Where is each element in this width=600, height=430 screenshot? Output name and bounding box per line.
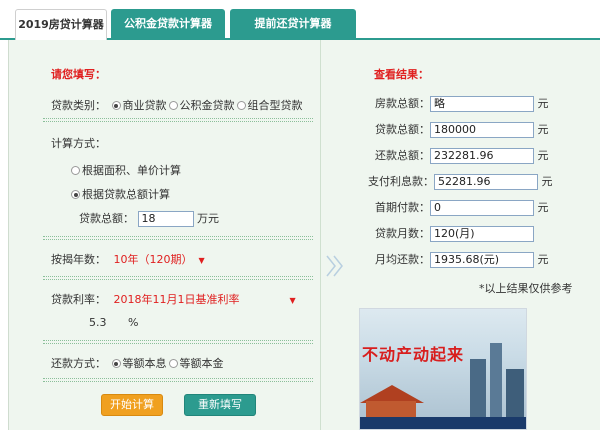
result-label: 房款总额： bbox=[375, 97, 430, 110]
result-row: 贷款总额： 180000 元 bbox=[349, 121, 599, 138]
result-label: 支付利息款： bbox=[368, 175, 434, 188]
calc-radio-area[interactable] bbox=[71, 166, 80, 175]
advertisement-banner[interactable]: 不动产动起来 bbox=[359, 308, 527, 430]
result-unit: 元 bbox=[541, 175, 553, 188]
divider bbox=[43, 381, 313, 382]
results-heading: 查看结果： bbox=[374, 68, 429, 81]
divider bbox=[43, 279, 313, 280]
caret-down-icon[interactable]: ▼ bbox=[199, 256, 205, 265]
result-row: 贷款月数： 120(月) bbox=[349, 225, 599, 242]
result-value: 120(月) bbox=[430, 226, 534, 242]
tab-house-loan-calculator[interactable]: 2019房贷计算器 bbox=[15, 9, 107, 42]
loan-type-option-label: 组合型贷款 bbox=[247, 99, 303, 112]
divider bbox=[43, 239, 313, 240]
loan-rate-row: 贷款利率： 2018年11月1日基准利率 ▼ bbox=[51, 291, 296, 307]
loan-rate-number-input[interactable]: 5.3 bbox=[89, 316, 107, 329]
input-form: 请您填写： 贷款类别： 商业贷款 公积金贷款 组合型贷款 计算方式： 根据面积、单价… bbox=[9, 40, 321, 430]
result-unit: 元 bbox=[537, 253, 549, 266]
loan-years-row: 按揭年数： 10年（120期） ▼ bbox=[51, 251, 205, 267]
tab-prepayment-calculator[interactable]: 提前还贷计算器 bbox=[230, 9, 356, 40]
divider bbox=[43, 276, 313, 277]
divider bbox=[43, 378, 313, 379]
results-panel: 查看结果： 房款总额：略 元 贷款总额： 180000 元 还款总额： 232281… bbox=[349, 40, 600, 430]
divider bbox=[43, 343, 313, 344]
tab-provident-fund-calculator[interactable]: 公积金贷款计算器 bbox=[111, 9, 225, 40]
loan-type-label: 贷款类别： bbox=[51, 99, 106, 112]
result-row: 房款总额：略 元 bbox=[349, 95, 599, 112]
result-unit: 元 bbox=[537, 123, 549, 136]
loan-rate-label: 贷款利率： bbox=[51, 293, 106, 306]
divider bbox=[43, 121, 313, 122]
ad-title: 不动产动起来 bbox=[362, 345, 465, 364]
calc-option-total-row: 根据贷款总额计算 bbox=[69, 186, 170, 202]
start-calculation-button[interactable]: 开始计算 bbox=[101, 394, 163, 416]
result-row: 支付利息款： 52281.96 元 bbox=[349, 173, 599, 190]
result-label: 还款总额： bbox=[375, 149, 430, 162]
repay-radio-equal-installment[interactable] bbox=[111, 359, 121, 368]
loan-type-row: 贷款类别： 商业贷款 公积金贷款 组合型贷款 bbox=[51, 97, 303, 113]
loan-total-unit: 万元 bbox=[197, 212, 219, 225]
calc-radio-total[interactable] bbox=[71, 190, 80, 199]
loan-rate-select[interactable]: 2018年11月1日基准利率 bbox=[114, 293, 240, 306]
result-unit: 元 bbox=[537, 201, 549, 214]
result-label: 贷款总额： bbox=[375, 123, 430, 136]
repay-option-label: 等额本金 bbox=[179, 357, 224, 370]
result-row: 首期付款： 0 元 bbox=[349, 199, 599, 216]
repay-method-row: 还款方式： 等额本息 等额本金 bbox=[51, 355, 224, 371]
loan-total-row: 贷款总额： 18 万元 bbox=[79, 210, 219, 227]
calc-method-label: 计算方式： bbox=[51, 137, 106, 150]
repay-option-label: 等额本息 bbox=[122, 357, 167, 370]
double-chevron-right-icon bbox=[325, 254, 345, 283]
result-unit: 元 bbox=[537, 149, 549, 162]
loan-type-option-label: 公积金贷款 bbox=[179, 99, 235, 112]
repay-radio-equal-principal[interactable] bbox=[168, 359, 178, 368]
reset-form-button[interactable]: 重新填写 bbox=[184, 394, 256, 416]
loan-type-radio-provident[interactable] bbox=[168, 101, 178, 110]
calc-option-area-row: 根据面积、单价计算 bbox=[69, 162, 181, 178]
divider bbox=[43, 236, 313, 237]
calc-option-label: 根据面积、单价计算 bbox=[82, 164, 181, 177]
repay-method-label: 还款方式： bbox=[51, 357, 106, 370]
result-label: 首期付款： bbox=[375, 201, 430, 214]
calculator-panel: 请您填写： 贷款类别： 商业贷款 公积金贷款 组合型贷款 计算方式： 根据面积、单价… bbox=[8, 40, 600, 430]
tab-bar: 2019房贷计算器 公积金贷款计算器 提前还贷计算器 bbox=[0, 0, 600, 42]
result-row: 还款总额： 232281.96 元 bbox=[349, 147, 599, 164]
ad-footer-strip bbox=[360, 417, 526, 429]
loan-type-option-label: 商业贷款 bbox=[122, 99, 167, 112]
loan-type-radio-commercial[interactable] bbox=[111, 101, 121, 110]
loan-total-label: 贷款总额： bbox=[79, 212, 134, 225]
divider bbox=[43, 118, 313, 119]
result-value: 52281.96 bbox=[434, 174, 538, 190]
loan-rate-number-row: 5.3 % bbox=[89, 316, 138, 329]
result-value: 1935.68(元) bbox=[430, 252, 534, 268]
result-label: 月均还款： bbox=[375, 253, 430, 266]
loan-years-label: 按揭年数： bbox=[51, 253, 106, 266]
result-value: 232281.96 bbox=[430, 148, 534, 164]
result-value: 略 bbox=[430, 96, 534, 112]
form-heading: 请您填写： bbox=[51, 68, 106, 81]
loan-total-input[interactable]: 18 bbox=[137, 211, 194, 227]
results-note: *以上结果仅供参考 bbox=[479, 282, 573, 295]
result-unit: 元 bbox=[537, 97, 549, 110]
calc-option-label: 根据贷款总额计算 bbox=[82, 188, 170, 201]
loan-type-radio-combined[interactable] bbox=[236, 101, 246, 110]
result-value: 180000 bbox=[430, 122, 534, 138]
loan-rate-unit: % bbox=[128, 316, 139, 329]
result-row: 月均还款： 1935.68(元) 元 bbox=[349, 251, 599, 268]
caret-down-icon[interactable]: ▼ bbox=[290, 296, 296, 305]
result-value: 0 bbox=[430, 200, 534, 216]
divider bbox=[43, 340, 313, 341]
result-label: 贷款月数： bbox=[375, 227, 430, 240]
loan-years-select[interactable]: 10年（120期） bbox=[114, 253, 193, 266]
